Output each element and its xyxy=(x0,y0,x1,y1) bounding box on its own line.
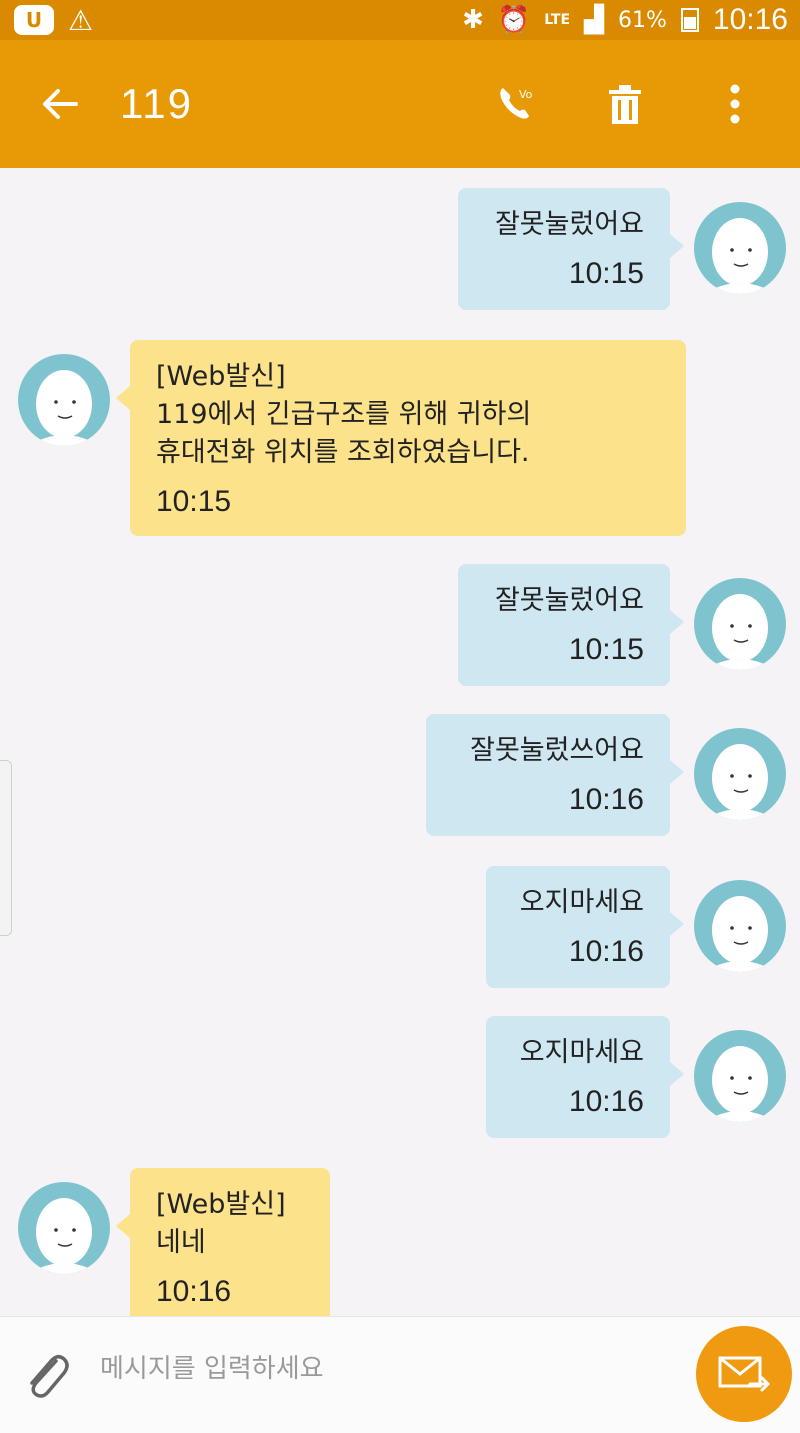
attach-button[interactable] xyxy=(20,1347,72,1403)
message-time: 10:15 xyxy=(568,257,644,290)
battery-icon xyxy=(680,8,699,32)
message-text: [Web발신] 네네 xyxy=(156,1189,286,1258)
lte-icon: LTE xyxy=(544,12,571,28)
alarm-icon: ⏰ xyxy=(497,5,531,35)
video-call-button[interactable]: Vo xyxy=(460,64,570,144)
status-bar: U ⚠ ✱ ⏰ LTE ▟ 61% 10:16 xyxy=(0,0,800,40)
avatar-face-icon xyxy=(28,1198,100,1274)
message-thread[interactable]: 잘못눌렀어요 10:15 [Web발신] 119에서 긴급구조를 위해 귀하의 … xyxy=(0,168,800,1316)
message-bubble-sent[interactable]: 잘못눌렀어요 10:15 xyxy=(458,188,684,310)
message-time: 10:16 xyxy=(568,935,644,968)
message-bubble-received[interactable]: [Web발신] 119에서 긴급구조를 위해 귀하의 휴대전화 위치를 조회하였… xyxy=(116,340,686,536)
delete-button[interactable] xyxy=(570,64,680,144)
bluetooth-icon: ✱ xyxy=(462,5,484,35)
warning-icon: ⚠ xyxy=(68,3,94,37)
avatar-face-icon xyxy=(28,370,100,446)
arrow-left-icon xyxy=(43,89,78,119)
conversation-title: 119 xyxy=(120,80,193,127)
trash-icon xyxy=(609,85,641,124)
message-time: 10:16 xyxy=(156,1275,232,1308)
avatar-face-icon xyxy=(704,594,776,670)
message-time: 10:16 xyxy=(568,1085,644,1118)
message-bubble-sent[interactable]: 오지마세요 10:16 xyxy=(486,866,684,988)
message-text: 오지마세요 xyxy=(519,887,644,918)
avatar-self[interactable] xyxy=(694,202,786,294)
message-text: 잘못눌렀쓰어요 xyxy=(470,735,644,766)
send-message-icon xyxy=(718,1356,771,1392)
message-time: 10:15 xyxy=(156,485,232,518)
avatar-self[interactable] xyxy=(694,1030,786,1122)
message-time: 10:15 xyxy=(568,633,644,666)
battery-percent: 61% xyxy=(618,7,667,33)
carrier-u-icon: U xyxy=(14,5,54,35)
message-bubble-sent[interactable]: 오지마세요 10:16 xyxy=(486,1016,684,1138)
message-bubble-sent[interactable]: 잘못눌렀쓰어요 10:16 xyxy=(426,714,684,836)
message-text: [Web발신] 119에서 긴급구조를 위해 귀하의 휴대전화 위치를 조회하였… xyxy=(156,361,532,468)
avatar-face-icon xyxy=(704,744,776,820)
message-time: 10:16 xyxy=(568,783,644,816)
more-options-button[interactable] xyxy=(680,64,790,144)
message-bubble-sent[interactable]: 잘못눌렀어요 10:15 xyxy=(458,564,684,686)
message-text: 잘못눌렀어요 xyxy=(494,585,644,616)
avatar-contact[interactable] xyxy=(18,354,110,446)
signal-icon: ▟ xyxy=(584,5,605,35)
avatar-self[interactable] xyxy=(694,728,786,820)
avatar-contact[interactable] xyxy=(18,1182,110,1274)
avatar-self[interactable] xyxy=(694,578,786,670)
message-composer xyxy=(0,1316,800,1433)
message-bubble-received[interactable]: [Web발신] 네네 10:16 xyxy=(116,1168,330,1316)
avatar-self[interactable] xyxy=(694,880,786,972)
video-call-icon: Vo xyxy=(500,88,533,119)
side-panel-handle[interactable] xyxy=(0,760,12,936)
avatar-face-icon xyxy=(704,896,776,972)
message-text: 오지마세요 xyxy=(519,1037,644,1068)
back-button[interactable] xyxy=(0,82,120,126)
status-time: 10:16 xyxy=(712,3,788,36)
send-button[interactable] xyxy=(696,1326,792,1422)
svg-text:Vo: Vo xyxy=(519,88,533,101)
app-bar: 119 Vo xyxy=(0,40,800,168)
message-text: 잘못눌렀어요 xyxy=(494,209,644,240)
avatar-face-icon xyxy=(704,1046,776,1122)
avatar-face-icon xyxy=(704,218,776,294)
more-vert-icon xyxy=(730,84,740,124)
paperclip-icon xyxy=(30,1355,69,1398)
message-input[interactable] xyxy=(100,1339,660,1399)
